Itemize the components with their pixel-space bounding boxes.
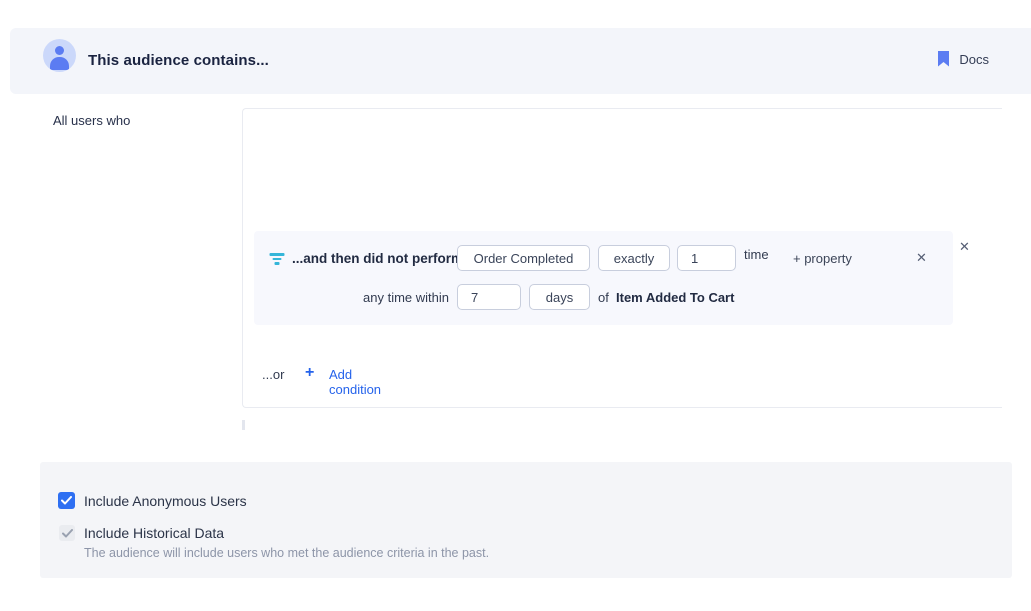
sub-window-unit-select[interactable]: days [529,284,590,310]
audience-header: This audience contains... Docs [10,28,1031,94]
check-icon [62,529,73,538]
remove-subcondition-icon[interactable]: ✕ [916,251,927,264]
next-group-tick [242,420,245,430]
sequence-filter-icon [269,253,285,265]
check-icon [61,496,72,505]
sub-window-value-input[interactable] [457,284,521,310]
anonymous-users-checkbox[interactable] [58,492,75,509]
plus-icon: + [305,364,314,382]
docs-link[interactable]: Docs [937,51,989,67]
sub-event-select[interactable]: Order Completed [457,245,590,271]
subcondition-label: ...and then did not perform [292,251,463,266]
add-condition-button[interactable]: Add condition [329,367,381,397]
or-label: ...or [262,367,284,382]
all-users-who-label: All users who [53,113,130,128]
user-avatar-icon [43,39,76,72]
sub-time-label: time [744,247,769,262]
historical-data-description: The audience will include users who met … [84,546,489,560]
condition-card: ...performed Item Added To Cart at least… [242,108,1002,408]
docs-label: Docs [959,52,989,67]
reference-event-label: Item Added To Cart [616,290,734,305]
subcondition-card: ...and then did not perform Order Comple… [254,231,953,325]
of-label: of [598,290,609,305]
sub-add-property-button[interactable]: + property [793,251,852,266]
sub-any-time-within-label: any time within [254,290,449,305]
remove-condition-icon[interactable]: ✕ [959,240,970,253]
historical-data-checkbox[interactable] [59,525,75,541]
options-panel: Include Anonymous Users Include Historic… [40,462,1012,578]
page-title: This audience contains... [88,52,269,69]
anonymous-users-label: Include Anonymous Users [84,493,247,509]
sub-operator-select[interactable]: exactly [598,245,670,271]
historical-data-label: Include Historical Data [84,525,224,541]
sub-count-input[interactable] [677,245,736,271]
bookmark-icon [937,51,950,67]
